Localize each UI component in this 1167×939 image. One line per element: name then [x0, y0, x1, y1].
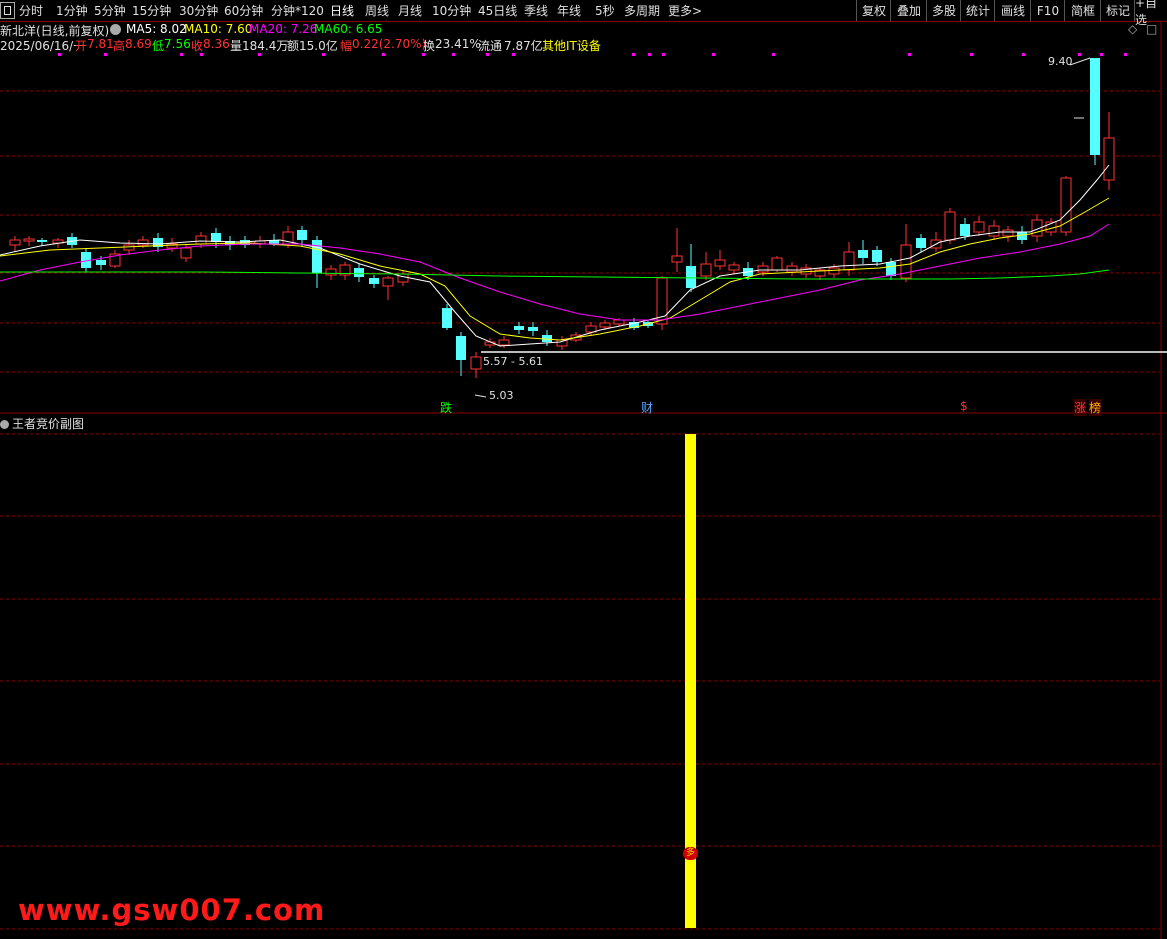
candle-body [514, 326, 524, 330]
candle-body [944, 211, 956, 241]
sub-chart-header: 王者竞价副图 [0, 415, 84, 432]
candle-body [297, 230, 307, 240]
candle-body [960, 224, 970, 236]
candle-body [843, 251, 855, 271]
candle-body [1090, 58, 1100, 155]
signal-dot [104, 53, 107, 56]
candle-body [700, 263, 712, 277]
signal-dot [970, 53, 973, 56]
candle-body [354, 268, 364, 277]
signal-dot [486, 53, 489, 56]
candle-body [686, 266, 696, 288]
candle-body [728, 264, 740, 271]
candle-body [585, 325, 597, 333]
watermark: www.gsw007.com [18, 893, 326, 927]
candle-body [498, 339, 510, 346]
candle-body [786, 265, 798, 273]
candle-body [714, 259, 726, 267]
ma5-line [0, 164, 1110, 347]
candle-body [599, 322, 611, 328]
candle-body [1002, 229, 1014, 237]
candle-body [369, 278, 379, 284]
candle-body [9, 239, 21, 246]
candle-body [973, 221, 985, 233]
low-price-label: 5.03 [489, 389, 514, 402]
candle-body [456, 336, 466, 360]
candle-body [528, 327, 538, 331]
signal-dot [908, 53, 911, 56]
candle-body [872, 250, 882, 262]
candle-body [916, 238, 926, 248]
signal-dot [1124, 53, 1127, 56]
candle-body [1103, 137, 1115, 181]
signal-dot [322, 53, 325, 56]
signal-dot [1100, 53, 1103, 56]
signal-die: 跌 [440, 401, 453, 415]
signal-dot [662, 53, 665, 56]
signal-dot [632, 53, 635, 56]
signal-dot [648, 53, 651, 56]
candle-body [397, 273, 409, 283]
low-price-pointer [474, 394, 487, 398]
ma60-line [0, 269, 1110, 280]
signal-dot [180, 53, 183, 56]
range-label: 5.57 - 5.61 [483, 355, 543, 368]
signal-cai: 财 [641, 401, 654, 415]
candle-body [23, 238, 35, 242]
sub-chart-title: 王者竞价副图 [12, 417, 85, 431]
signal-dot [512, 53, 515, 56]
candle-body [1060, 177, 1072, 233]
signal-bang: 榜 [1089, 399, 1102, 416]
candle-body [180, 247, 192, 259]
candle-body [37, 240, 47, 242]
candle-body [828, 267, 840, 275]
candle-body [470, 356, 482, 370]
signal-dot [382, 53, 385, 56]
signal-dot [712, 53, 715, 56]
signal-dot [772, 53, 775, 56]
candle-body [382, 277, 394, 287]
candle-body [195, 235, 207, 245]
candle-body [442, 308, 452, 328]
candle-body [613, 319, 625, 325]
candle-body [325, 268, 337, 276]
candle-body [211, 233, 221, 242]
signal-dot [258, 53, 261, 56]
candle-body [137, 239, 149, 246]
signal-dot [1078, 53, 1081, 56]
signal-dot [452, 53, 455, 56]
candle-body [757, 265, 769, 273]
candle-body [96, 260, 106, 265]
signal-dot [422, 53, 425, 56]
kline-chart[interactable] [0, 0, 1167, 939]
signal-dot [200, 53, 203, 56]
candle-body [858, 250, 868, 258]
signal-zhang: 涨 [1074, 399, 1087, 416]
signal-dot [58, 53, 61, 56]
signal-duo: 多 [683, 847, 698, 860]
candle-body [886, 262, 896, 276]
candle-body [771, 257, 783, 271]
candle-body [123, 244, 135, 251]
settings-circle-icon[interactable] [0, 420, 9, 429]
high-price-label: 9.40 [1048, 55, 1073, 68]
candle-body [671, 255, 683, 263]
signal-dollar: $ [960, 399, 968, 413]
ma10-line [0, 197, 1110, 341]
candle-body [988, 225, 1000, 237]
signal-dot [1022, 53, 1025, 56]
